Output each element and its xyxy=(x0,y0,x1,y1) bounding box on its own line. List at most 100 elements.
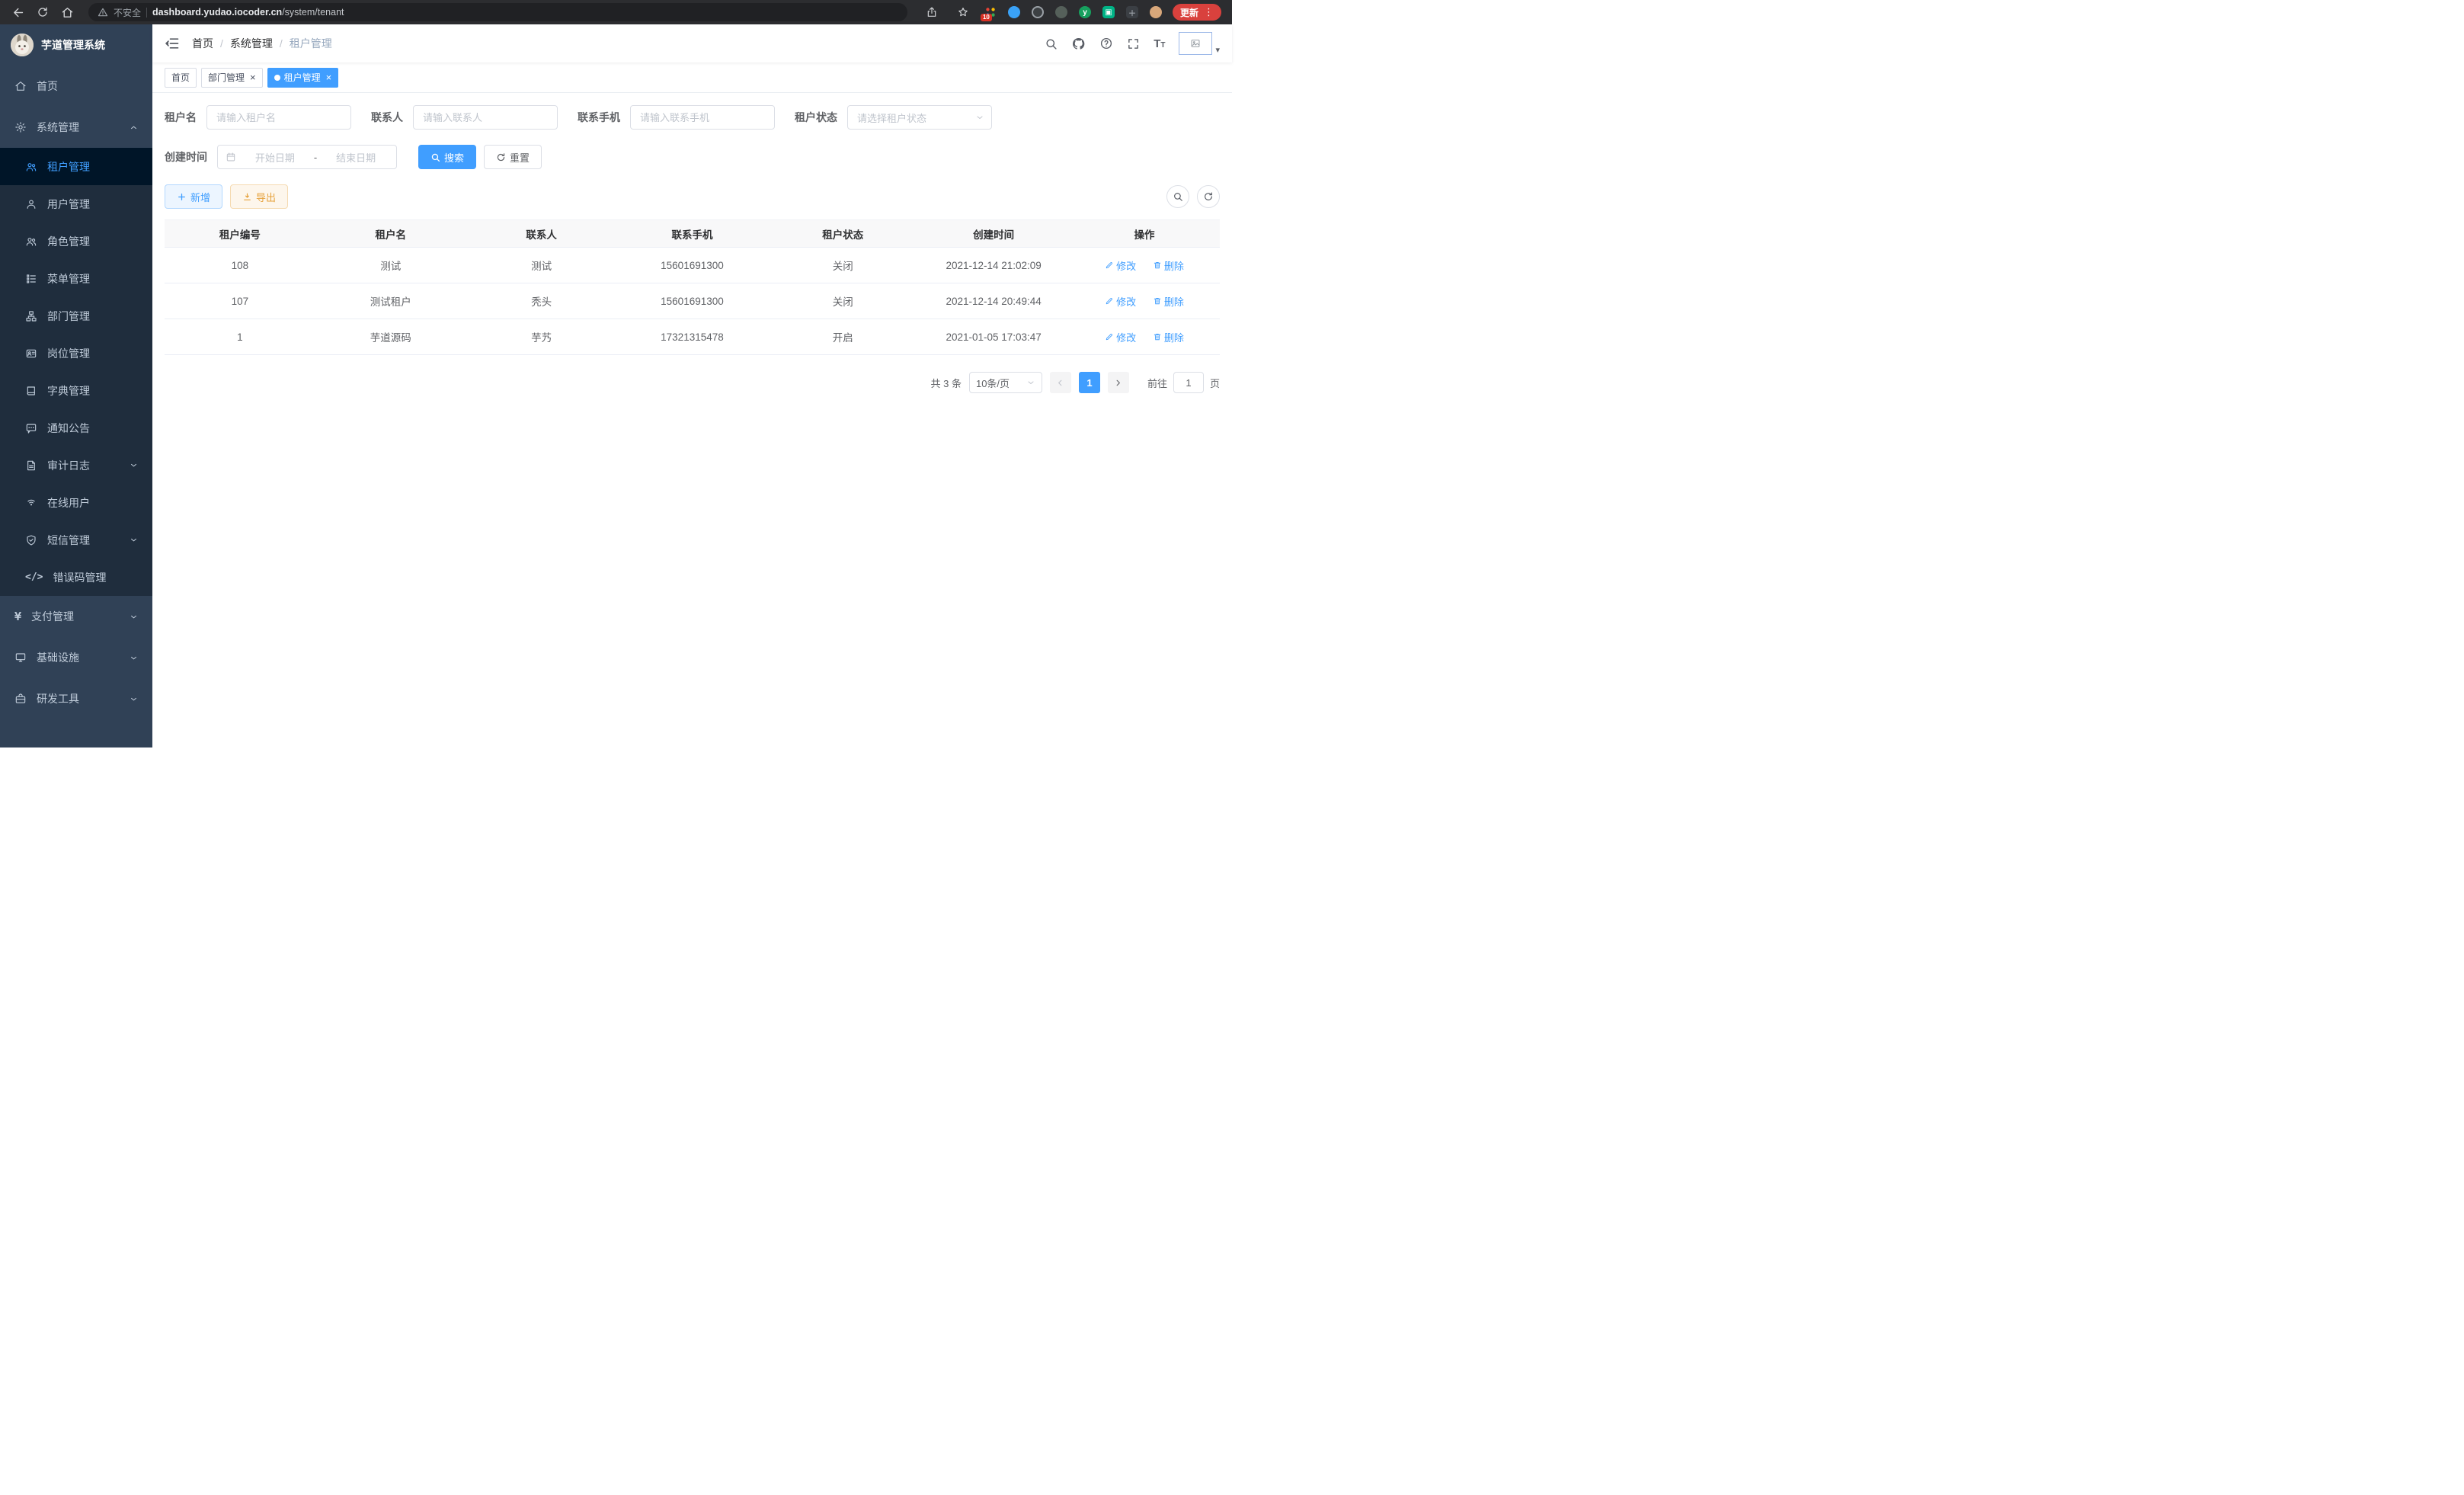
sidebar-item-tenant[interactable]: 租户管理 xyxy=(0,148,152,185)
page-size-select[interactable]: 10条/页 xyxy=(969,372,1042,393)
extension-green-y-icon[interactable]: y xyxy=(1078,5,1092,19)
search-button[interactable]: 搜索 xyxy=(418,145,476,169)
table-tools xyxy=(1166,185,1220,208)
date-end-placeholder[interactable]: 结束日期 xyxy=(323,150,389,165)
chevron-down-icon xyxy=(130,536,138,544)
sidebar-item-system[interactable]: 系统管理 xyxy=(0,107,152,148)
security-label[interactable]: 不安全 xyxy=(114,6,141,19)
prev-page-button[interactable] xyxy=(1050,372,1071,393)
sidebar-item-user[interactable]: 用户管理 xyxy=(0,185,152,222)
edit-link[interactable]: 修改 xyxy=(1105,258,1136,273)
breadcrumb-separator: / xyxy=(280,37,283,50)
extension-chat-icon[interactable]: ▣ xyxy=(1102,5,1115,19)
sidebar-item-error-code[interactable]: </> 错误码管理 xyxy=(0,559,152,596)
toolbar-row: 新增 导出 xyxy=(165,184,1220,209)
home-icon xyxy=(61,6,74,19)
browser-home-button[interactable] xyxy=(56,2,78,22)
extension-dark-icon[interactable] xyxy=(1054,5,1068,19)
bookmark-button[interactable] xyxy=(952,2,974,22)
tab-tenant[interactable]: 租户管理 × xyxy=(267,68,339,88)
sidebar-item-sms[interactable]: 短信管理 xyxy=(0,521,152,559)
date-start-placeholder[interactable]: 开始日期 xyxy=(242,150,308,165)
tab-home[interactable]: 首页 xyxy=(165,68,197,88)
refresh-table-button[interactable] xyxy=(1197,185,1220,208)
sidebar-item-dev-tools[interactable]: 研发工具 xyxy=(0,678,152,719)
sidebar-item-dict[interactable]: 字典管理 xyxy=(0,372,152,409)
reset-button[interactable]: 重置 xyxy=(484,145,542,169)
extensions-button[interactable]: 10 xyxy=(984,5,997,19)
logo-avatar xyxy=(11,34,34,56)
cell-tenant-id: 107 xyxy=(165,283,315,319)
contact-input[interactable] xyxy=(413,105,558,130)
browser-reload-button[interactable] xyxy=(32,2,53,22)
sidebar-collapse-button[interactable] xyxy=(165,36,180,51)
delete-link[interactable]: 删除 xyxy=(1153,258,1184,273)
tenant-table: 租户编号 租户名 联系人 联系手机 租户状态 创建时间 操作 108 测试 测试 xyxy=(165,219,1220,355)
page-url[interactable]: dashboard.yudao.iocoder.cn/system/tenant xyxy=(152,7,344,18)
export-button[interactable]: 导出 xyxy=(230,184,288,209)
tab-label: 租户管理 xyxy=(284,71,321,84)
chevron-left-icon xyxy=(1056,379,1064,387)
sidebar-item-post[interactable]: 岗位管理 xyxy=(0,335,152,372)
extension-puzzle-icon[interactable]: ＋ xyxy=(1125,5,1139,19)
fullscreen-icon xyxy=(1127,37,1140,50)
navbar-right: TT ▾ xyxy=(1045,32,1220,55)
filter-tenant-name: 租户名 xyxy=(165,105,351,130)
sidebar-item-home[interactable]: 首页 xyxy=(0,66,152,107)
font-size-button[interactable]: TT xyxy=(1154,38,1165,50)
sidebar-item-label: 系统管理 xyxy=(37,120,79,135)
edit-link[interactable]: 修改 xyxy=(1105,330,1136,344)
sidebar-item-label: 审计日志 xyxy=(47,458,90,473)
sidebar-item-label: 首页 xyxy=(37,78,58,94)
filter-phone: 联系手机 xyxy=(578,105,775,130)
user-menu[interactable]: ▾ xyxy=(1179,32,1220,55)
sidebar-item-menu[interactable]: 菜单管理 xyxy=(0,260,152,297)
page-number-button[interactable]: 1 xyxy=(1079,372,1100,393)
sidebar-item-notice[interactable]: 通知公告 xyxy=(0,409,152,447)
sidebar-item-label: 短信管理 xyxy=(47,533,90,548)
sidebar-logo[interactable]: 芋道管理系统 xyxy=(0,24,152,66)
share-button[interactable] xyxy=(921,2,942,22)
avatar xyxy=(1179,32,1212,55)
sidebar-item-payment[interactable]: ¥ 支付管理 xyxy=(0,596,152,637)
question-circle-icon xyxy=(1099,37,1113,50)
profile-avatar-icon[interactable] xyxy=(1149,5,1163,19)
delete-link[interactable]: 删除 xyxy=(1153,330,1184,344)
add-button-label: 新增 xyxy=(190,190,210,204)
sidebar-item-audit-log[interactable]: 审计日志 xyxy=(0,447,152,484)
sidebar-item-infrastructure[interactable]: 基础设施 xyxy=(0,637,152,678)
share-icon xyxy=(926,6,938,18)
extension-ring-icon[interactable] xyxy=(1031,5,1045,19)
update-button[interactable]: 更新 ⋮ xyxy=(1173,4,1221,21)
warning-triangle-icon xyxy=(98,7,108,18)
sidebar-item-online-users[interactable]: 在线用户 xyxy=(0,484,152,521)
tab-close-icon[interactable]: × xyxy=(250,72,256,82)
status-select[interactable]: 请选择租户状态 xyxy=(847,105,992,130)
next-page-button[interactable] xyxy=(1108,372,1129,393)
delete-link[interactable]: 删除 xyxy=(1153,294,1184,309)
phone-input[interactable] xyxy=(630,105,775,130)
header-search-button[interactable] xyxy=(1045,37,1058,50)
sidebar-item-label: 通知公告 xyxy=(47,421,90,436)
goto-page-input[interactable] xyxy=(1173,372,1204,393)
browser-toolbar-right: 10 y ▣ ＋ 更新 ⋮ xyxy=(918,2,1224,22)
github-link[interactable] xyxy=(1071,37,1086,51)
browser-menu-icon[interactable]: ⋮ xyxy=(1204,6,1214,18)
add-button[interactable]: 新增 xyxy=(165,184,222,209)
date-range-picker[interactable]: 开始日期 - 结束日期 xyxy=(217,145,397,169)
breadcrumb-system[interactable]: 系统管理 xyxy=(230,36,273,51)
breadcrumb-home[interactable]: 首页 xyxy=(192,36,213,51)
address-bar[interactable]: 不安全 dashboard.yudao.iocoder.cn/system/te… xyxy=(88,3,907,21)
browser-back-button[interactable] xyxy=(8,2,29,22)
extension-blue-icon[interactable] xyxy=(1007,5,1021,19)
tenant-name-input[interactable] xyxy=(206,105,351,130)
sidebar-item-role[interactable]: 角色管理 xyxy=(0,222,152,260)
fullscreen-button[interactable] xyxy=(1127,37,1140,50)
edit-link[interactable]: 修改 xyxy=(1105,294,1136,309)
tab-close-icon[interactable]: × xyxy=(326,72,332,82)
sidebar-item-dept[interactable]: 部门管理 xyxy=(0,297,152,335)
table-row: 108 测试 测试 15601691300 关闭 2021-12-14 21:0… xyxy=(165,248,1220,283)
toggle-search-button[interactable] xyxy=(1166,185,1189,208)
tab-dept[interactable]: 部门管理 × xyxy=(201,68,263,88)
help-button[interactable] xyxy=(1099,37,1113,50)
